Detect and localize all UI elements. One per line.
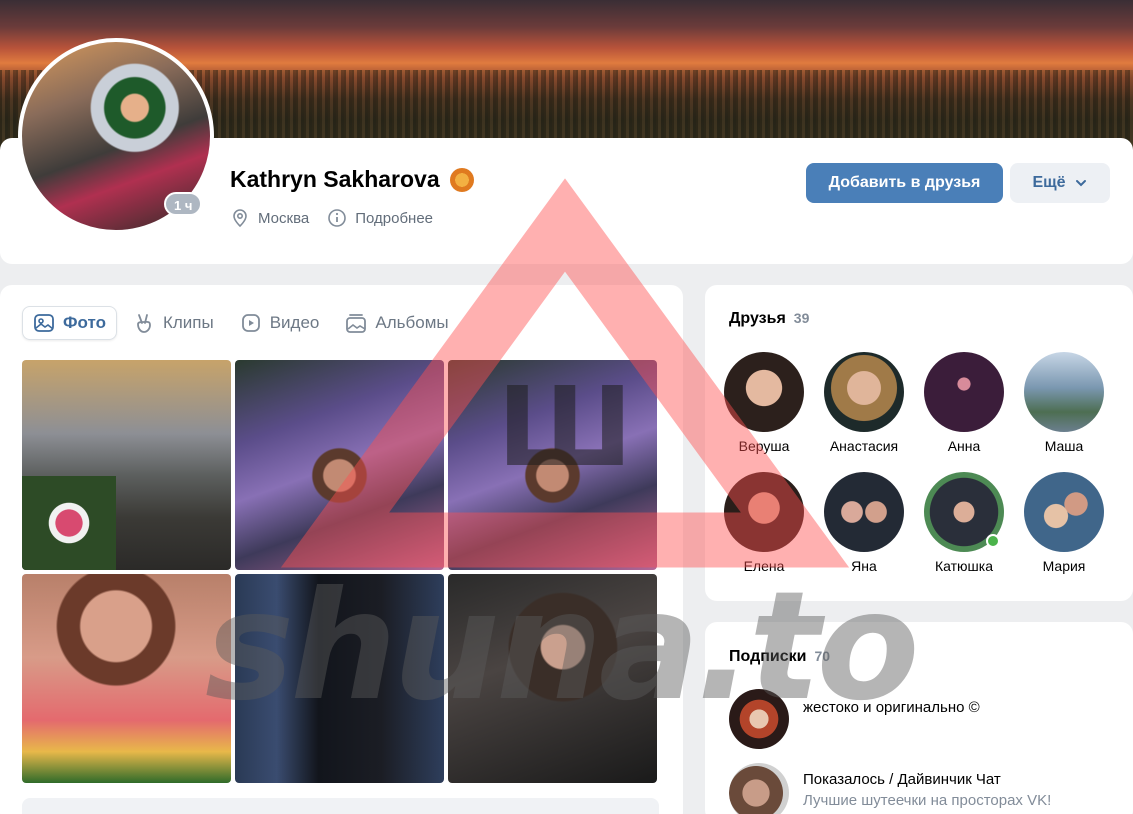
avatar bbox=[729, 689, 789, 749]
photo-thumbnail[interactable] bbox=[235, 360, 444, 570]
friend-name: Анастасия bbox=[829, 438, 899, 454]
tab-photo-label: Фото bbox=[63, 313, 106, 332]
photo-icon bbox=[34, 314, 54, 332]
avatar bbox=[1024, 472, 1104, 552]
friend-name: Веруша bbox=[738, 438, 790, 454]
friend-item[interactable]: Мария bbox=[1014, 472, 1114, 574]
friend-name: Яна bbox=[851, 558, 877, 574]
avatar bbox=[924, 472, 1004, 552]
tab-albums[interactable]: Альбомы bbox=[335, 306, 458, 340]
friend-item[interactable]: Катюшка bbox=[914, 472, 1014, 574]
friend-name: Елена bbox=[743, 558, 785, 574]
profile-name: Kathryn Sakharova bbox=[230, 166, 440, 192]
subscription-description: Лучшие шутеечки на просторах VK! bbox=[803, 792, 1052, 809]
tab-clips-label: Клипы bbox=[162, 313, 214, 332]
subscriptions-title: Подписки bbox=[729, 648, 807, 665]
friend-name: Анна bbox=[947, 438, 981, 454]
subscription-title: Показалось / Дайвинчик Чат bbox=[803, 771, 1001, 788]
subscription-item[interactable]: Показалось / Дайвинчик Чат Лучшие шутееч… bbox=[729, 763, 1051, 814]
avatar bbox=[724, 352, 804, 432]
photo-thumbnail[interactable] bbox=[22, 574, 231, 783]
more-label: Ещё bbox=[1032, 174, 1066, 191]
friend-item[interactable]: Веруша bbox=[714, 352, 814, 454]
photo-thumbnail[interactable] bbox=[448, 360, 657, 570]
status-emoji-icon[interactable] bbox=[449, 167, 474, 192]
friend-name: Мария bbox=[1042, 558, 1086, 574]
tab-video[interactable]: Видео bbox=[230, 306, 330, 340]
photo-thumbnail[interactable] bbox=[448, 574, 657, 783]
friends-header[interactable]: Друзья 39 bbox=[729, 310, 809, 328]
photo-thumbnail[interactable] bbox=[22, 360, 231, 570]
friend-name: Катюшка bbox=[935, 558, 993, 574]
details-link[interactable]: Подробнее bbox=[327, 208, 433, 228]
avatar bbox=[824, 352, 904, 432]
friend-item[interactable]: Елена bbox=[714, 472, 814, 574]
avatar bbox=[729, 763, 789, 814]
tab-clips[interactable]: Клипы bbox=[123, 306, 224, 340]
friends-title: Друзья bbox=[729, 310, 786, 327]
location-pin-icon bbox=[233, 209, 247, 228]
more-button[interactable]: Ещё bbox=[1010, 163, 1110, 203]
city-item[interactable]: Москва bbox=[230, 208, 309, 228]
subscription-item[interactable]: жестоко и оригинально © bbox=[729, 689, 980, 749]
albums-icon bbox=[346, 314, 367, 333]
avatar bbox=[824, 472, 904, 552]
video-icon bbox=[241, 314, 260, 332]
subscriptions-count: 70 bbox=[814, 648, 831, 664]
friend-item[interactable]: Анна bbox=[914, 352, 1014, 454]
photo-grid bbox=[22, 360, 659, 783]
city-label: Москва bbox=[258, 209, 310, 227]
friends-count: 39 bbox=[793, 310, 810, 326]
last-seen-badge: 1 ч bbox=[164, 192, 203, 216]
avatar bbox=[1024, 352, 1104, 432]
friend-item[interactable]: Яна bbox=[814, 472, 914, 574]
media-tabs: Фото Клипы Видео Альбомы bbox=[22, 306, 459, 340]
tab-photo[interactable]: Фото bbox=[22, 306, 117, 340]
online-indicator bbox=[986, 534, 1000, 548]
add-friend-button[interactable]: Добавить в друзья bbox=[806, 163, 1003, 203]
clips-icon bbox=[137, 314, 151, 333]
show-all-photos-bar[interactable] bbox=[22, 798, 659, 814]
photo-thumbnail[interactable] bbox=[235, 574, 444, 783]
profile-meta: Москва Подробнее bbox=[230, 208, 433, 228]
friend-name: Маша bbox=[1044, 438, 1084, 454]
subscription-title: жестоко и оригинально © bbox=[803, 699, 980, 716]
tab-video-label: Видео bbox=[269, 313, 320, 332]
friend-item[interactable]: Маша bbox=[1014, 352, 1114, 454]
chevron-down-icon bbox=[1075, 180, 1086, 187]
name-row: Kathryn Sakharova bbox=[230, 166, 474, 193]
subscriptions-header[interactable]: Подписки 70 bbox=[729, 648, 830, 666]
tab-albums-label: Альбомы bbox=[375, 313, 449, 332]
info-icon bbox=[328, 209, 347, 227]
avatar bbox=[724, 472, 804, 552]
details-label: Подробнее bbox=[355, 209, 434, 227]
avatar bbox=[924, 352, 1004, 432]
friend-item[interactable]: Анастасия bbox=[814, 352, 914, 454]
